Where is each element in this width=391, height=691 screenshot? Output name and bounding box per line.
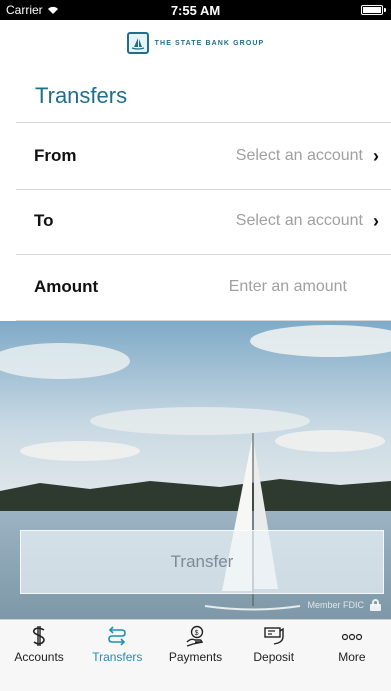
- tab-transfers-label: Transfers: [92, 650, 143, 664]
- tab-transfers[interactable]: Transfers: [78, 620, 156, 670]
- from-value: Select an account: [235, 147, 363, 164]
- status-bar: Carrier 7:55 AM: [0, 0, 391, 20]
- from-account-row[interactable]: From Select an account ›: [16, 122, 391, 190]
- amount-input[interactable]: Enter an amount: [229, 278, 347, 296]
- to-account-row[interactable]: To Select an account ›: [16, 188, 391, 255]
- to-label: To: [34, 211, 54, 230]
- from-label: From: [34, 146, 77, 165]
- tab-deposit[interactable]: Deposit: [235, 620, 313, 670]
- dollar-icon: [30, 625, 48, 647]
- to-value: Select an account: [235, 212, 363, 229]
- sailboat-logo-icon: [126, 32, 149, 54]
- chevron-right-icon: ›: [373, 210, 379, 231]
- amount-row[interactable]: Amount Enter an amount: [16, 254, 391, 321]
- chevron-right-icon: ›: [373, 145, 379, 166]
- tab-accounts-label: Accounts: [14, 650, 64, 664]
- transfer-arrows-icon: [107, 625, 127, 647]
- fdic-notice: Member FDIC: [307, 599, 381, 611]
- battery-icon: [361, 5, 386, 15]
- check-deposit-icon: [263, 625, 285, 647]
- bottom-spacer: [0, 670, 391, 691]
- payment-hand-icon: $: [185, 625, 207, 647]
- fdic-text: Member FDIC: [307, 600, 364, 610]
- tab-more[interactable]: More: [313, 620, 391, 670]
- tab-more-label: More: [338, 650, 366, 664]
- transfer-button[interactable]: Transfer: [20, 530, 384, 594]
- tab-accounts[interactable]: Accounts: [0, 620, 78, 670]
- phone-screen: Carrier 7:55 AM THE STATE BANK GROUP Tra…: [0, 0, 391, 691]
- status-time: 7:55 AM: [170, 3, 221, 18]
- more-dots-icon: [340, 625, 364, 647]
- tab-bar: Accounts Transfers $ Payments Deposit Mo…: [0, 619, 391, 670]
- bank-logo: THE STATE BANK GROUP: [0, 28, 391, 58]
- svg-text:$: $: [194, 630, 198, 637]
- tab-deposit-label: Deposit: [253, 650, 295, 664]
- page-title: Transfers: [35, 83, 128, 108]
- lock-icon: [370, 599, 381, 611]
- logo-text: THE STATE BANK GROUP: [154, 39, 265, 47]
- amount-label: Amount: [34, 277, 99, 296]
- tab-payments-label: Payments: [168, 650, 223, 664]
- tab-payments[interactable]: $ Payments: [156, 620, 234, 670]
